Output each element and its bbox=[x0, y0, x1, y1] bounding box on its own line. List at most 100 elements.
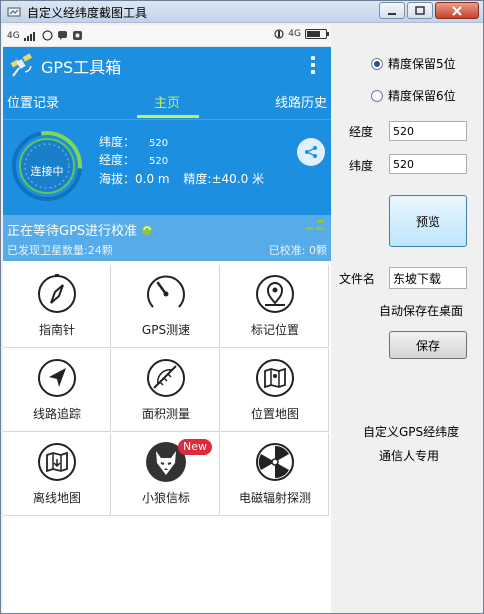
radio-selected-icon bbox=[371, 57, 383, 70]
satellites-found: 已发现卫星数量:24颗 bbox=[7, 244, 113, 257]
latitude-value: 520 bbox=[149, 138, 169, 149]
vibrate-icon bbox=[274, 29, 284, 39]
altitude-accuracy-row: 海拔：0.0 m 精度:±40.0 米 bbox=[99, 170, 264, 187]
longitude-row: 经度： 520 bbox=[99, 151, 168, 168]
refresh-spinner-icon bbox=[142, 225, 153, 235]
accuracy-text: 精度:±40.0 米 bbox=[183, 172, 265, 186]
precision-6-radio[interactable]: 精度保留6位 bbox=[371, 87, 456, 104]
gps-status-panel: 连接中 纬度： 520 经度： 520 海拔：0.0 m 精度:±40.0 米 bbox=[3, 119, 331, 215]
precision-5-radio[interactable]: 精度保留5位 bbox=[371, 55, 456, 72]
overflow-menu-button[interactable] bbox=[311, 56, 317, 77]
tool-label: 标记位置 bbox=[250, 323, 299, 337]
autosave-note: 自动保存在桌面 bbox=[379, 304, 464, 318]
tool-gps-speed[interactable]: GPS测速 bbox=[112, 265, 220, 348]
maximize-button[interactable] bbox=[407, 2, 433, 19]
longitude-value: 520 bbox=[149, 156, 169, 167]
protractor-icon bbox=[147, 359, 185, 397]
overflow-dot bbox=[311, 70, 315, 74]
connection-status: 连接中 bbox=[30, 165, 64, 178]
window-title: 自定义经纬度截图工具 bbox=[27, 6, 148, 20]
minimize-icon bbox=[388, 12, 396, 15]
tab-route-history[interactable]: 线路历史 bbox=[275, 92, 327, 111]
status-bar-left: 4G bbox=[7, 30, 83, 41]
folded-map-icon bbox=[256, 359, 294, 397]
latitude-label: 纬度： bbox=[99, 135, 136, 149]
tab-bar: 位置记录 主页 线路历史 bbox=[3, 83, 331, 119]
network-type-left: 4G bbox=[7, 30, 20, 41]
active-tab-indicator bbox=[137, 115, 199, 118]
overflow-dot bbox=[311, 56, 315, 60]
tool-label: 指南针 bbox=[38, 323, 75, 337]
tool-grid: 指南针 GPS测速 标记位置 线路追踪 面积测量 位置地图 离线地图 New 小… bbox=[3, 265, 331, 517]
gps-waiting-text: 正在等待GPS进行校准 bbox=[7, 220, 153, 239]
tab-location-records[interactable]: 位置记录 bbox=[7, 92, 59, 111]
new-badge: New bbox=[178, 439, 212, 455]
tool-route-tracking[interactable]: 线路追踪 bbox=[3, 349, 111, 432]
cell-signal-icon bbox=[23, 31, 35, 41]
tool-label: 小狼信标 bbox=[141, 491, 190, 505]
battery-level bbox=[307, 31, 320, 37]
satellites-calibrated: 已校准: 0颗 bbox=[268, 244, 327, 257]
tool-location-map[interactable]: 位置地图 bbox=[221, 349, 329, 432]
share-icon bbox=[305, 146, 317, 158]
map-pin-icon bbox=[256, 275, 294, 313]
tool-label: 面积测量 bbox=[141, 407, 190, 421]
preview-button[interactable]: 预览 bbox=[389, 195, 467, 247]
speedometer-icon bbox=[147, 275, 185, 308]
maximize-icon bbox=[415, 6, 425, 15]
offline-map-icon bbox=[38, 443, 76, 481]
overflow-dot bbox=[311, 63, 315, 67]
gps-calibration-banner: 正在等待GPS进行校准 已发现卫星数量:24颗 已校准: 0颗 bbox=[3, 215, 331, 261]
precision-5-label: 精度保留5位 bbox=[388, 57, 456, 71]
navigation-arrow-icon bbox=[38, 359, 76, 397]
title-bar: 自定义经纬度截图工具 bbox=[1, 1, 483, 23]
share-button[interactable] bbox=[297, 138, 325, 166]
footer-line-1: 自定义GPS经纬度 bbox=[363, 425, 460, 439]
satellite-logo-icon bbox=[10, 53, 32, 77]
longitude-field-label: 经度 bbox=[349, 125, 374, 139]
tool-wolf-beacon[interactable]: New 小狼信标 bbox=[112, 433, 220, 516]
app-title: GPS工具箱 bbox=[41, 58, 122, 77]
longitude-input[interactable] bbox=[389, 121, 467, 141]
compass-icon bbox=[38, 274, 76, 313]
satellite-signal-icon bbox=[305, 220, 324, 230]
minimize-button[interactable] bbox=[379, 2, 405, 19]
tool-label: 电磁辐射探测 bbox=[238, 491, 311, 505]
window-client-area: 4G 4G GPS工具箱 位置记录 主页 线路历史 连接中 纬度： 520 经度… bbox=[1, 23, 483, 613]
notification-bubble-icon bbox=[42, 30, 53, 41]
footer-line-2: 通信人专用 bbox=[379, 449, 440, 463]
filename-label: 文件名 bbox=[339, 272, 376, 286]
phone-screenshot-preview: 4G 4G GPS工具箱 位置记录 主页 线路历史 连接中 纬度： 520 经度… bbox=[3, 25, 331, 613]
close-icon bbox=[452, 5, 462, 16]
close-button[interactable] bbox=[435, 2, 479, 19]
tool-compass[interactable]: 指南针 bbox=[3, 265, 111, 348]
filename-input[interactable] bbox=[389, 267, 467, 289]
control-panel: 精度保留5位 精度保留6位 经度 纬度 预览 文件名 自动保存在桌面 保存 自定… bbox=[333, 23, 483, 613]
tool-mark-location[interactable]: 标记位置 bbox=[221, 265, 329, 348]
app-window-icon bbox=[7, 7, 21, 17]
altitude-text: 海拔：0.0 m bbox=[99, 172, 170, 186]
latitude-input[interactable] bbox=[389, 154, 467, 174]
tool-offline-map[interactable]: 离线地图 bbox=[3, 433, 111, 516]
status-bar-right: 4G bbox=[274, 29, 329, 39]
tool-area-measure[interactable]: 面积测量 bbox=[112, 349, 220, 432]
phone-status-bar: 4G 4G bbox=[3, 25, 331, 47]
radiation-icon bbox=[256, 443, 294, 481]
app-notification-icon bbox=[72, 31, 82, 40]
tool-label: 离线地图 bbox=[32, 491, 81, 505]
latitude-row: 纬度： 520 bbox=[99, 133, 168, 150]
longitude-label: 经度： bbox=[99, 153, 136, 167]
app-window: 自定义经纬度截图工具 4G 4G GPS工具箱 位置记录 主页 线路历史 连接中… bbox=[0, 0, 484, 614]
network-type-right: 4G bbox=[288, 29, 301, 39]
latitude-field-label: 纬度 bbox=[349, 159, 374, 173]
window-controls bbox=[379, 2, 479, 19]
save-button[interactable]: 保存 bbox=[389, 331, 467, 359]
tool-label: 线路追踪 bbox=[32, 407, 81, 421]
app-bar: GPS工具箱 bbox=[3, 47, 331, 83]
tool-label: 位置地图 bbox=[250, 407, 299, 421]
tool-label: GPS测速 bbox=[141, 323, 191, 337]
tab-home[interactable]: 主页 bbox=[154, 92, 180, 111]
tool-em-radiation[interactable]: 电磁辐射探测 bbox=[221, 433, 329, 516]
precision-6-label: 精度保留6位 bbox=[388, 89, 456, 103]
gps-waiting-label: 正在等待GPS进行校准 bbox=[7, 224, 138, 239]
